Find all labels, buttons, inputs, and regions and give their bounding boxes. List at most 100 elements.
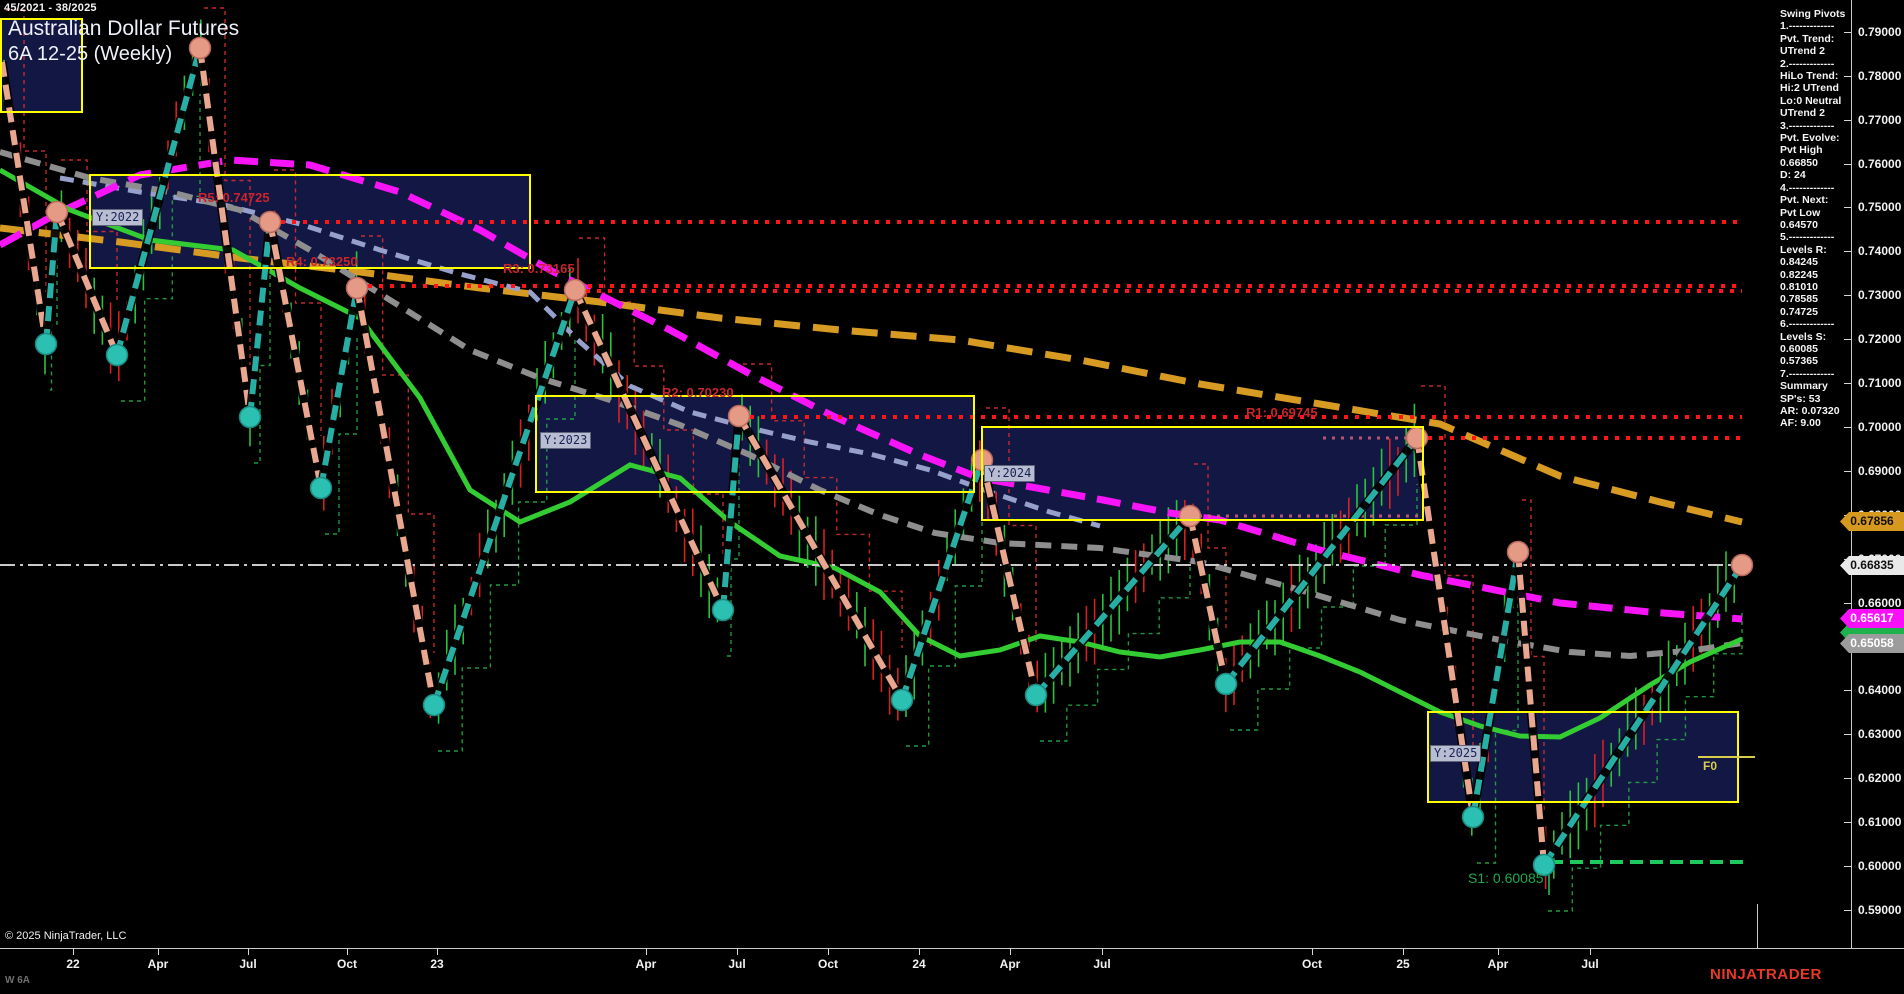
r5-label: R5: 0.74725 [198, 190, 270, 205]
price-label: 0.66000 [1858, 596, 1902, 610]
tag-last-price[interactable]: 0.66835 [1840, 556, 1904, 575]
time-label-22: 22 [66, 957, 80, 971]
price-label: 0.72000 [1858, 332, 1902, 346]
swing-pivots-line: 0.78585 [1780, 293, 1818, 306]
r2-label: R2: 0.70230 [662, 385, 734, 400]
swing-pivots-line: 0.81010 [1780, 280, 1818, 293]
time-label-jul: Jul [239, 957, 257, 971]
chart-title: Australian Dollar Futures [8, 17, 240, 40]
swing-pivots-line: Pvt. Evolve: [1780, 132, 1840, 145]
pivot-high-marker [1506, 540, 1530, 564]
swing-pivots-line: 0.66850 [1780, 156, 1818, 169]
price-label: 0.69000 [1858, 464, 1902, 478]
swing-pivots-line: UTrend 2 [1780, 45, 1825, 58]
time-label-apr: Apr [999, 957, 1021, 971]
price-tick [1844, 427, 1851, 428]
price-tick [1844, 120, 1851, 121]
price-label: 0.60000 [1858, 859, 1902, 873]
f0-label: F0 [1703, 759, 1718, 773]
swing-pivots-line: 0.60085 [1780, 342, 1818, 355]
pivot-high-marker [1730, 553, 1754, 577]
time-tick [437, 948, 438, 955]
tag-magenta-ma[interactable]: 0.65617 [1840, 609, 1904, 628]
time-label-apr: Apr [635, 957, 657, 971]
swing-pivots-line: UTrend 2 [1780, 107, 1825, 120]
pivot-low-marker [1024, 683, 1048, 707]
price-label: 0.79000 [1858, 25, 1902, 39]
time-label-23: 23 [430, 957, 444, 971]
price-tick [1844, 603, 1851, 604]
time-tick [1102, 948, 1103, 955]
copyright-label: © 2025 NinjaTrader, LLC [5, 930, 127, 942]
price-chart-plot[interactable] [0, 0, 1904, 994]
time-label-oct: Oct [1301, 957, 1323, 971]
swing-up-leg [899, 459, 985, 701]
time-tick [73, 948, 74, 955]
price-label: 0.59000 [1858, 903, 1902, 917]
time-tick [919, 948, 920, 955]
time-tick [828, 948, 829, 955]
year-label-2022[interactable]: Y:2022 [92, 209, 144, 226]
swing-pivots-line: Hi:2 UTrend [1780, 82, 1839, 95]
swing-pivots-line: 2.------------- [1780, 57, 1835, 70]
time-tick [1403, 948, 1404, 955]
r3-label: R3: 0.73165 [503, 261, 575, 276]
pivot-low-marker [422, 693, 446, 717]
price-tick [1844, 866, 1851, 867]
swing-pivots-line: 3.------------- [1780, 119, 1835, 132]
r4-label: R4: 0.73250 [286, 254, 358, 269]
year-label-2024[interactable]: Y:2024 [984, 465, 1036, 482]
time-tick [1498, 948, 1499, 955]
swing-pivots-line: AR: 0.07320 [1780, 405, 1840, 417]
swing-pivots-line: Levels S: [1780, 330, 1827, 343]
pivot-low-marker [1461, 805, 1485, 829]
price-label: 0.74000 [1858, 244, 1902, 258]
price-axis-line [1851, 0, 1852, 948]
price-tick [1844, 910, 1851, 911]
swing-pivots-line: 6.------------- [1780, 318, 1835, 331]
r1-label: R1: 0.69745 [1246, 405, 1318, 420]
price-tick [1844, 164, 1851, 165]
year-label-2023[interactable]: Y:2023 [540, 432, 592, 449]
price-tick [1844, 76, 1851, 77]
price-label: 0.63000 [1858, 727, 1902, 741]
swing-pivots-line: 7.------------- [1780, 367, 1835, 380]
price-label: 0.70000 [1858, 420, 1902, 434]
plot-right-border [1757, 904, 1758, 948]
price-tick [1844, 207, 1851, 208]
tag-gray-ma[interactable]: 0.65058 [1840, 634, 1904, 653]
price-label: 0.78000 [1858, 69, 1902, 83]
pivot-high-marker [258, 210, 282, 234]
time-tick [646, 948, 647, 955]
time-tick [1312, 948, 1313, 955]
swing-pivots-line: HiLo Trend: [1780, 70, 1839, 83]
price-label: 0.77000 [1858, 113, 1902, 127]
swing-up-leg [1033, 514, 1193, 697]
chart-subtitle: 6A 12-25 (Weekly) [8, 43, 173, 65]
price-tick [1844, 295, 1851, 296]
time-label-jul: Jul [1581, 957, 1599, 971]
price-label: 0.76000 [1858, 157, 1902, 171]
chart-window: 45/2021 - 38/2025 Australian Dollar Futu… [0, 0, 1904, 994]
swing-pivots-panel: Swing Pivots 1.------------- Pvt. Trend: UT… [1780, 8, 1850, 430]
pivot-high-marker [563, 278, 587, 302]
time-tick [248, 948, 249, 955]
price-label: 0.73000 [1858, 288, 1902, 302]
price-label: 0.64000 [1858, 683, 1902, 697]
year-label-2025[interactable]: Y:2025 [1430, 745, 1482, 762]
time-tick [737, 948, 738, 955]
time-tick [347, 948, 348, 955]
swing-pivots-line: 4.------------- [1780, 181, 1835, 194]
price-tick [1844, 251, 1851, 252]
swing-pivots-line: Lo:0 Neutral [1780, 94, 1842, 107]
swing-pivots-line: 0.64570 [1780, 218, 1818, 231]
tag-gold-ma[interactable]: 0.67856 [1840, 512, 1904, 531]
price-tick [1844, 32, 1851, 33]
swing-pivots-line: 0.84245 [1780, 256, 1818, 269]
pivot-low-marker [105, 343, 129, 367]
time-label-oct: Oct [817, 957, 839, 971]
time-label-apr: Apr [1487, 957, 1509, 971]
time-tick [158, 948, 159, 955]
time-label-apr: Apr [147, 957, 169, 971]
pivot-low-marker [711, 598, 735, 622]
